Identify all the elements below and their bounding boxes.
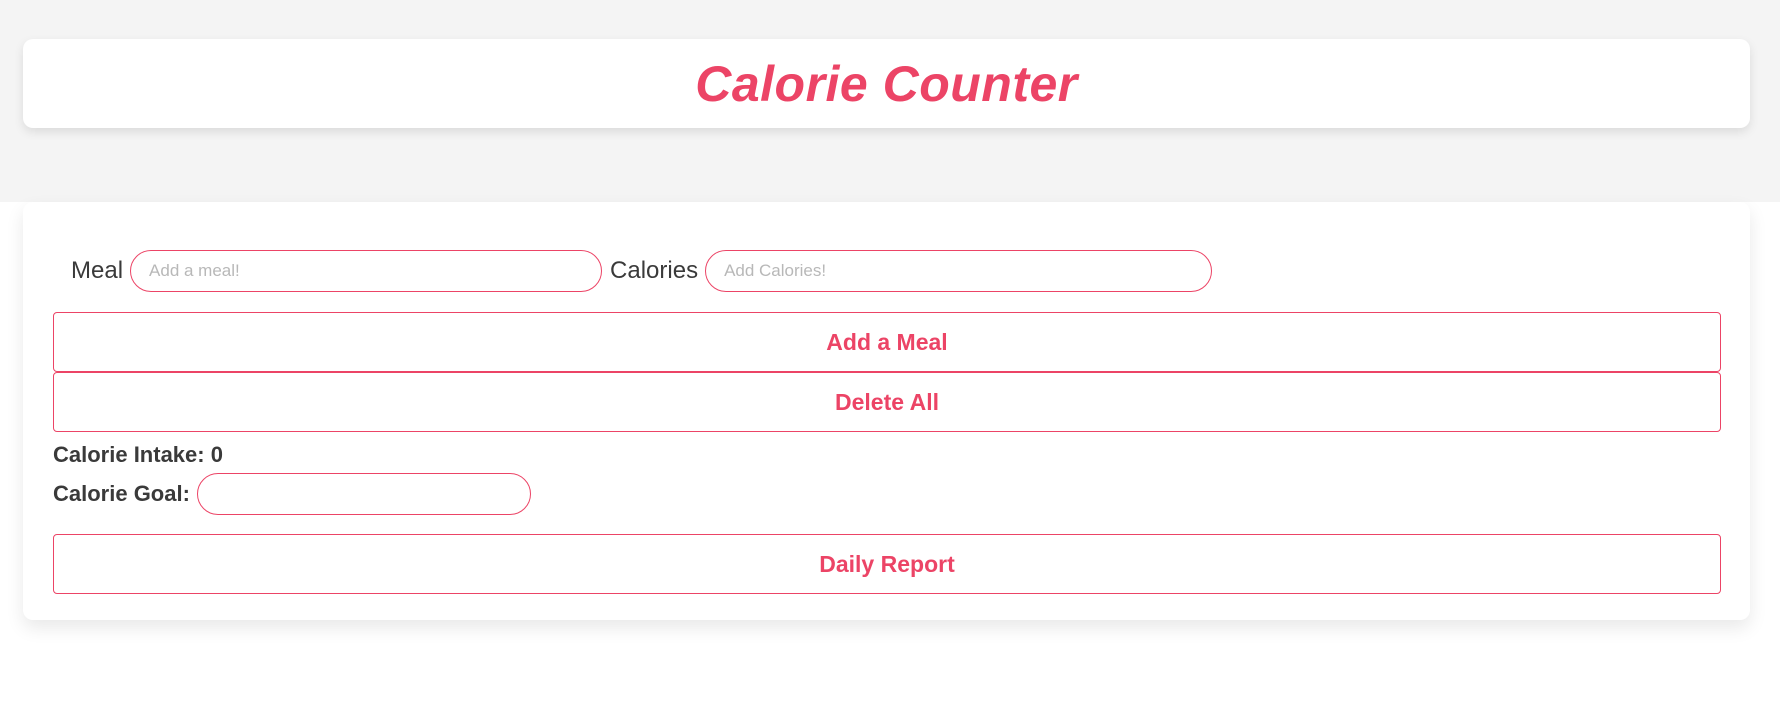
add-meal-button[interactable]: Add a Meal [53,312,1721,372]
calorie-intake-label: Calorie Intake: [53,442,205,467]
calorie-goal-label: Calorie Goal: [53,481,190,506]
calorie-goal-input[interactable] [196,473,531,515]
main-card: Meal Calories Add a Meal Delete All Calo… [23,202,1750,620]
delete-all-button[interactable]: Delete All [53,372,1721,432]
page-title: Calorie Counter [695,55,1078,112]
meal-calories-row: Meal Calories [53,248,1721,294]
calories-input[interactable] [705,250,1213,292]
form-container: Meal Calories Add a Meal Delete All Calo… [53,248,1721,594]
calorie-goal-row: Calorie Goal: [53,472,1721,516]
calorie-intake-value: 0 [210,442,223,467]
daily-report-button[interactable]: Daily Report [53,534,1721,594]
calorie-intake: Calorie Intake: 0 [53,442,1721,468]
calories-label: Calories [610,257,699,284]
meal-input[interactable] [130,250,603,292]
meal-label: Meal [71,257,124,284]
header-card: Calorie Counter [23,39,1750,128]
